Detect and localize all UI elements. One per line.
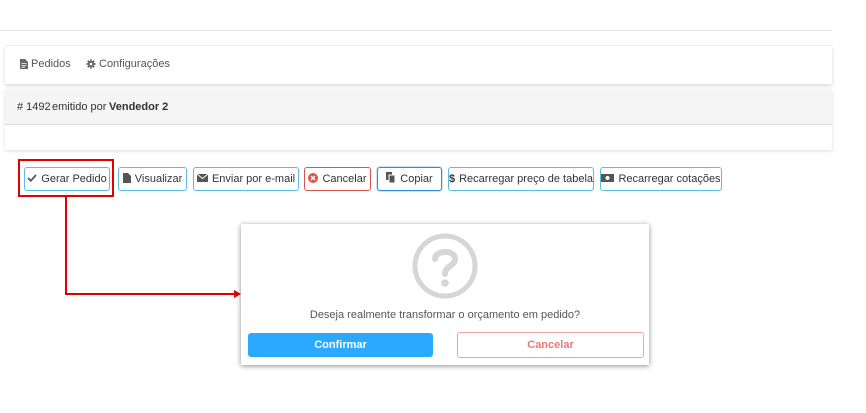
document-icon <box>20 59 28 69</box>
visualizar-button[interactable]: Visualizar <box>118 167 187 191</box>
enviar-email-button[interactable]: Enviar por e-mail <box>193 167 299 191</box>
tab-bar: Pedidos Configurações <box>5 45 832 84</box>
annotation-arrow-head <box>234 290 241 298</box>
money-icon <box>601 173 615 185</box>
copiar-label: Copiar <box>400 173 433 185</box>
annotation-highlight-box <box>18 159 114 197</box>
enviar-email-label: Enviar por e-mail <box>211 173 296 185</box>
emitted-by-label: emitido por <box>52 101 107 113</box>
order-header: # 1492 emitido por Vendedor 2 <box>5 90 832 125</box>
recarregar-cotacoes-button[interactable]: Recarregar cotações <box>600 167 722 191</box>
copiar-button[interactable]: Copiar <box>377 167 442 191</box>
document-icon <box>122 172 131 186</box>
recarregar-cotacoes-label: Recarregar cotações <box>618 173 721 185</box>
tab-pedidos[interactable]: Pedidos <box>20 58 71 70</box>
confirm-dialog: Deseja realmente transformar o orçamento… <box>241 224 649 365</box>
dialog-message: Deseja realmente transformar o orçamento… <box>309 309 581 321</box>
order-panel: # 1492 emitido por Vendedor 2 <box>5 90 832 150</box>
visualizar-label: Visualizar <box>134 173 183 185</box>
times-circle-icon <box>308 172 319 186</box>
tab-configuracoes-label: Configurações <box>99 58 170 70</box>
dialog-cancelar-button[interactable]: Cancelar <box>457 332 644 358</box>
recarregar-preco-button[interactable]: $ Recarregar preço de tabela <box>448 167 594 191</box>
annotation-arrow-vertical <box>65 197 67 295</box>
envelope-icon <box>196 173 209 185</box>
confirmar-button[interactable]: Confirmar <box>248 333 433 357</box>
dollar-icon: $ <box>448 173 456 185</box>
recarregar-preco-label: Recarregar preço de tabela <box>459 173 594 185</box>
top-divider <box>0 30 832 31</box>
tab-pedidos-label: Pedidos <box>31 58 71 70</box>
cancelar-button[interactable]: Cancelar <box>304 167 371 191</box>
tab-configuracoes[interactable]: Configurações <box>86 58 170 70</box>
gear-icon <box>86 59 96 69</box>
copy-icon <box>386 172 396 186</box>
seller-name: Vendedor 2 <box>109 101 169 113</box>
cancelar-label: Cancelar <box>322 173 367 185</box>
order-number: # 1492 <box>17 101 51 113</box>
question-circle-icon <box>411 232 479 305</box>
annotation-arrow-horizontal <box>65 293 235 295</box>
